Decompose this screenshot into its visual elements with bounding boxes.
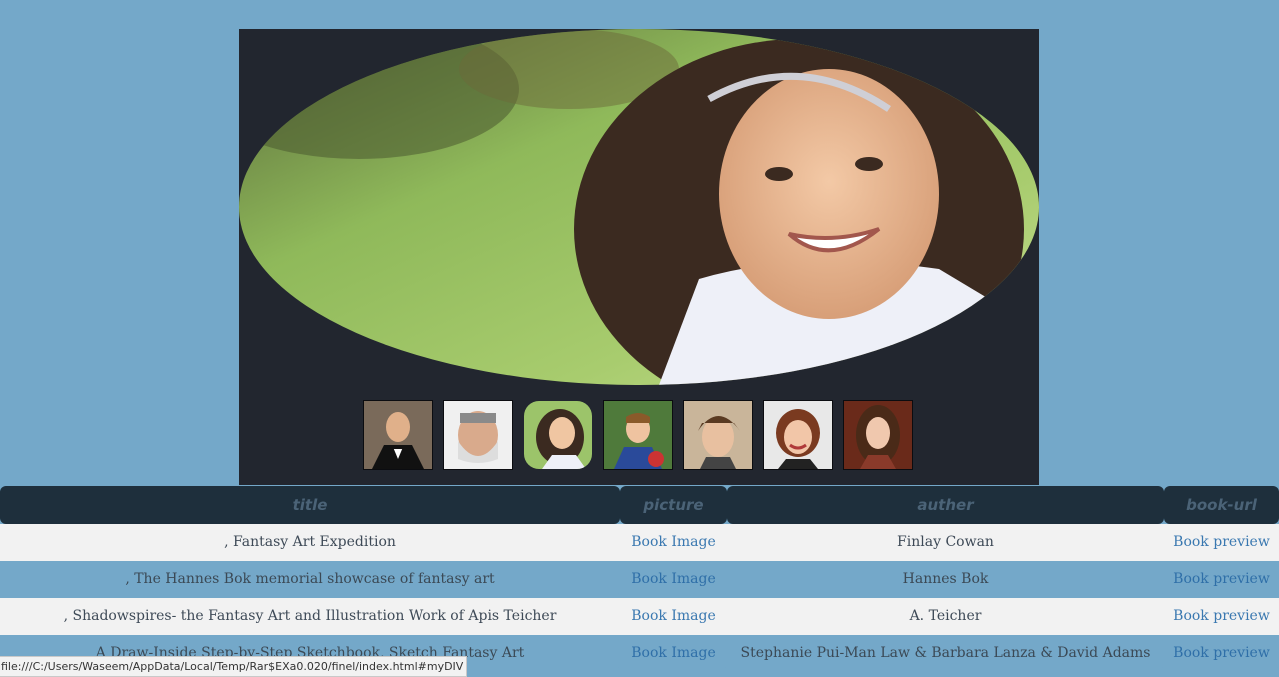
- status-bar-url: file:///C:/Users/Waseem/AppData/Local/Te…: [0, 656, 468, 677]
- thumbnail-2[interactable]: [443, 400, 513, 470]
- title-cell: , Fantasy Art Expedition: [0, 524, 620, 561]
- title-cell: , The Hannes Bok memorial showcase of fa…: [0, 561, 620, 598]
- picture-cell: Book Image: [620, 635, 727, 672]
- thumbnail-strip: [363, 400, 913, 470]
- thumbnail-7[interactable]: [843, 400, 913, 470]
- book-image-link[interactable]: Book Image: [631, 534, 715, 550]
- image-slider: [239, 29, 1039, 485]
- thumbnail-6[interactable]: [763, 400, 833, 470]
- book-preview-link[interactable]: Book preview: [1173, 534, 1270, 550]
- url-cell: Book preview: [1164, 635, 1279, 672]
- header-book-url[interactable]: book-url: [1164, 486, 1279, 524]
- thumbnail-1[interactable]: [363, 400, 433, 470]
- table-header-row: title picture auther book-url: [0, 486, 1279, 524]
- books-table: title picture auther book-url , Fantasy …: [0, 486, 1279, 672]
- url-cell: Book preview: [1164, 561, 1279, 598]
- header-author[interactable]: auther: [727, 486, 1164, 524]
- url-cell: Book preview: [1164, 524, 1279, 561]
- book-preview-link[interactable]: Book preview: [1173, 571, 1270, 587]
- book-image-link[interactable]: Book Image: [631, 608, 715, 624]
- author-cell: Hannes Bok: [727, 561, 1164, 598]
- header-title[interactable]: title: [0, 486, 620, 524]
- url-cell: Book preview: [1164, 598, 1279, 635]
- author-cell: Finlay Cowan: [727, 524, 1164, 561]
- picture-cell: Book Image: [620, 561, 727, 598]
- header-picture[interactable]: picture: [620, 486, 727, 524]
- thumbnail-4[interactable]: [603, 400, 673, 470]
- author-cell: Stephanie Pui-Man Law & Barbara Lanza & …: [727, 635, 1164, 672]
- book-image-link[interactable]: Book Image: [631, 571, 715, 587]
- main-photo: [239, 29, 1039, 385]
- table-row: , The Hannes Bok memorial showcase of fa…: [0, 561, 1279, 598]
- book-preview-link[interactable]: Book preview: [1173, 645, 1270, 661]
- title-cell: , Shadowspires- the Fantasy Art and Illu…: [0, 598, 620, 635]
- book-image-link[interactable]: Book Image: [631, 645, 715, 661]
- book-preview-link[interactable]: Book preview: [1173, 608, 1270, 624]
- picture-cell: Book Image: [620, 524, 727, 561]
- author-cell: A. Teicher: [727, 598, 1164, 635]
- thumbnail-5[interactable]: [683, 400, 753, 470]
- table-row: , Fantasy Art Expedition Book Image Finl…: [0, 524, 1279, 561]
- table-row: , Shadowspires- the Fantasy Art and Illu…: [0, 598, 1279, 635]
- thumbnail-3[interactable]: [523, 400, 593, 470]
- picture-cell: Book Image: [620, 598, 727, 635]
